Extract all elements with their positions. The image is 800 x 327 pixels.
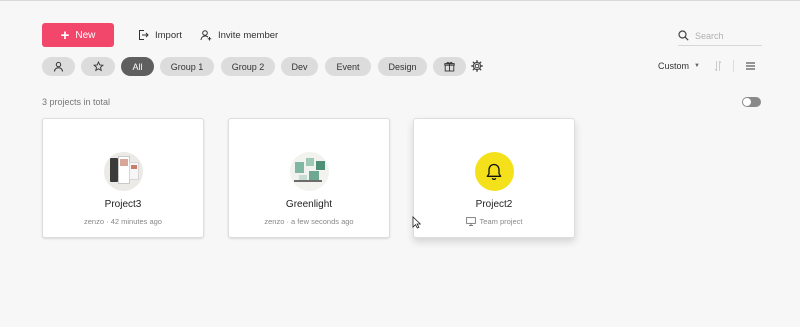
gift-icon: [444, 61, 455, 72]
project-meta: zenzo · a few seconds ago: [264, 217, 353, 226]
project-meta-text: zenzo · 42 minutes ago: [84, 217, 162, 226]
filter-chip-group-1[interactable]: Group 1: [160, 57, 214, 76]
project-card[interactable]: Project3 zenzo · 42 minutes ago: [42, 118, 204, 238]
project-thumbnail: [474, 152, 514, 191]
new-button-label: New: [75, 29, 96, 41]
invite-member-label: Invite member: [218, 29, 279, 41]
search-input[interactable]: [695, 30, 755, 41]
project-meta: zenzo · 42 minutes ago: [84, 217, 162, 226]
project-title: Greenlight: [285, 199, 333, 210]
project-meta-text: Team project: [479, 217, 523, 226]
monitor-icon: [465, 217, 476, 226]
project-meta: Team project: [465, 217, 523, 226]
new-button[interactable]: + New: [42, 23, 114, 47]
divider: [733, 60, 734, 72]
search-box: [678, 26, 762, 46]
add-user-icon: [200, 30, 212, 41]
list-view-icon[interactable]: [746, 62, 755, 70]
filter-mine-chip[interactable]: [42, 57, 75, 76]
filter-chip-design[interactable]: Design: [378, 57, 427, 76]
invite-member-button[interactable]: Invite member: [200, 28, 278, 42]
filter-gift-chip[interactable]: [433, 57, 466, 76]
sort-direction-icon[interactable]: [714, 60, 722, 72]
project-thumbnail: [289, 152, 329, 191]
plus-icon: +: [60, 26, 70, 44]
import-label: Import: [155, 29, 182, 41]
search-icon: [678, 30, 689, 41]
person-icon: [54, 61, 63, 72]
project-count: 3 projects in total: [42, 97, 111, 107]
import-button[interactable]: Import: [137, 28, 182, 42]
mouse-cursor-icon: [412, 216, 421, 229]
sort-dropdown[interactable]: Custom ▼: [658, 61, 700, 71]
filter-chip-group-2[interactable]: Group 2: [221, 57, 275, 76]
project-title: Project2: [475, 199, 513, 210]
gear-icon[interactable]: [471, 60, 483, 72]
project-meta-text: zenzo · a few seconds ago: [264, 217, 354, 226]
star-icon: [92, 61, 104, 72]
filter-chip-dev[interactable]: Dev: [281, 57, 318, 76]
sort-label: Custom: [658, 61, 690, 71]
caret-down-icon: ▼: [694, 63, 700, 69]
project-card[interactable]: Project2 Team project: [413, 118, 575, 238]
view-toggle[interactable]: [742, 97, 761, 107]
project-card[interactable]: Greenlight zenzo · a few seconds ago: [228, 118, 390, 238]
import-icon: [139, 30, 149, 40]
filter-starred-chip[interactable]: [81, 57, 115, 76]
filter-chip-all[interactable]: All: [121, 57, 154, 76]
bell-icon: [486, 163, 502, 180]
project-title: Project3: [104, 199, 142, 210]
project-thumbnail: [103, 152, 143, 191]
filter-chip-event[interactable]: Event: [325, 57, 371, 76]
